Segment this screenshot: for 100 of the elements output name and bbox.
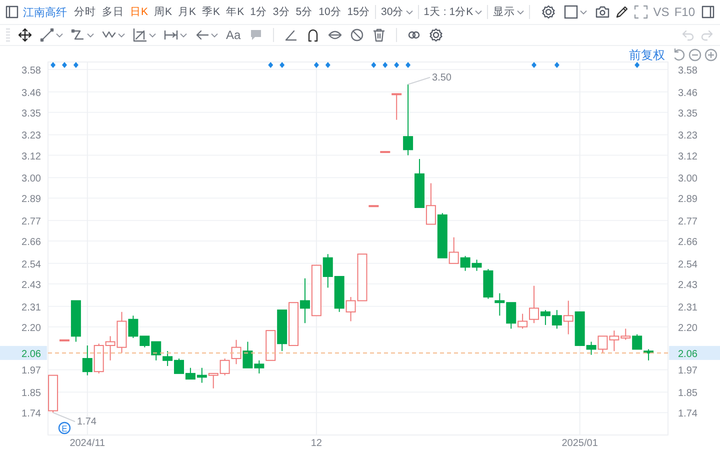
price-axis-label: 2.43: [22, 280, 41, 291]
event-badge[interactable]: E: [58, 422, 71, 434]
event-marker[interactable]: [371, 62, 376, 68]
zoom-in-icon[interactable]: [704, 48, 718, 62]
event-marker[interactable]: [394, 62, 400, 68]
price-axis-label: 1.85: [22, 388, 41, 400]
line-segment-icon[interactable]: [40, 28, 54, 42]
caret-icon: [180, 32, 187, 38]
current-price-tag: 2.06: [669, 346, 720, 360]
adjustment-link[interactable]: 前复权: [629, 47, 665, 64]
price-axis-label: 3.46: [678, 88, 698, 99]
fullscreen-icon[interactable]: [634, 5, 648, 19]
price-axis-label: 2.20: [22, 322, 41, 334]
event-marker[interactable]: [268, 62, 274, 68]
polyline-icon[interactable]: [71, 28, 85, 42]
high-price-label: 3.50: [432, 72, 452, 84]
period-tab[interactable]: 15分: [344, 5, 373, 19]
period-dropdown[interactable]: 30分: [378, 5, 416, 19]
period-tab[interactable]: 10分: [316, 5, 344, 19]
price-axis-label: 2.89: [678, 194, 698, 206]
period-dropdown[interactable]: 显示: [490, 5, 528, 19]
price-axis-label: 2.77: [678, 216, 698, 228]
stock-name-link[interactable]: 江南高纤: [20, 4, 71, 20]
event-marker[interactable]: [280, 62, 285, 68]
event-marker[interactable]: [62, 62, 67, 68]
price-axis-label: 1.97: [22, 366, 41, 377]
leader-line: [52, 412, 76, 422]
settings-icon[interactable]: [428, 28, 443, 42]
event-marker[interactable]: [50, 62, 56, 68]
reset-icon[interactable]: [672, 48, 686, 62]
price-axis-label: 1.97: [678, 366, 698, 377]
caret-icon: [87, 32, 94, 38]
candlestick: [632, 334, 642, 350]
caret-icon: [517, 10, 524, 14]
settings-icon[interactable]: [541, 5, 556, 19]
price-axis-label: 3.12: [22, 151, 41, 162]
caret-icon: [149, 32, 156, 38]
pencil-icon[interactable]: [615, 5, 630, 19]
ruler-box-icon[interactable]: [133, 28, 147, 42]
period-tab[interactable]: 季K: [199, 5, 224, 19]
candlestick: [277, 310, 288, 352]
comment-icon[interactable]: [248, 28, 263, 42]
event-marker[interactable]: [554, 62, 560, 68]
price-axis-label: 1.74: [678, 408, 698, 420]
price-axis-label: 3.35: [22, 108, 41, 120]
camera-icon[interactable]: [595, 5, 610, 19]
date-axis-label: 12: [310, 438, 322, 449]
candlestick: [368, 205, 379, 208]
price-axis-label: 2.43: [678, 280, 698, 291]
price-axis-label: 2.20: [678, 322, 698, 334]
period-tab[interactable]: 3分: [270, 5, 293, 19]
eye-icon[interactable]: [328, 28, 342, 42]
price-axis-label: 1.85: [678, 388, 698, 400]
caret-icon: [580, 10, 588, 14]
event-marker[interactable]: [406, 62, 411, 68]
period-dropdown[interactable]: 1天 : 1分K: [420, 5, 486, 19]
event-marker[interactable]: [314, 62, 319, 68]
period-tab[interactable]: 1分: [247, 5, 270, 19]
move-icon[interactable]: [18, 28, 32, 42]
text-tool-button[interactable]: Aa: [226, 28, 241, 42]
price-axis-label: 2.66: [678, 237, 698, 248]
period-tab[interactable]: 分时: [71, 5, 99, 19]
caret-icon: [475, 10, 482, 14]
price-axis-label: 3.23: [22, 130, 41, 142]
period-tab[interactable]: 多日: [99, 5, 127, 19]
candlestick: [48, 374, 58, 414]
price-axis-label: 2.54: [22, 259, 41, 270]
event-marker[interactable]: [325, 62, 330, 68]
event-marker[interactable]: [532, 62, 537, 68]
price-axis-label: 3.00: [22, 174, 41, 185]
period-tab[interactable]: 月K: [175, 5, 200, 19]
zoom-out-icon[interactable]: [688, 48, 702, 62]
date-axis-label: 2025/01: [562, 438, 598, 449]
price-axis-label: 3.23: [678, 130, 698, 142]
price-axis-label: 3.35: [678, 108, 698, 120]
price-axis-label: 2.31: [22, 302, 41, 314]
panel-icon[interactable]: [700, 5, 716, 19]
price-axis-label: 2.77: [22, 216, 41, 228]
period-tab[interactable]: 周K: [151, 5, 176, 19]
event-marker[interactable]: [634, 62, 640, 68]
caret-icon: [406, 10, 413, 14]
magnet-icon[interactable]: [306, 28, 320, 42]
arrow-left-icon[interactable]: [195, 28, 209, 42]
leader-line: [408, 76, 431, 85]
trash-icon[interactable]: [372, 28, 386, 42]
event-marker[interactable]: [382, 62, 388, 68]
date-axis-label: 2024/11: [70, 438, 106, 449]
caret-icon: [118, 32, 125, 38]
price-axis-label: 3.58: [678, 65, 698, 76]
event-marker[interactable]: [73, 62, 78, 68]
period-tab[interactable]: 5分: [292, 5, 316, 19]
price-axis-label: 3.58: [22, 65, 41, 76]
period-tab[interactable]: 年K: [223, 5, 248, 19]
ban-icon[interactable]: [350, 28, 364, 42]
price-axis-label: 2.66: [22, 237, 41, 248]
low-price-label: 1.74: [77, 416, 96, 428]
angle-icon[interactable]: [284, 28, 298, 42]
range-icon[interactable]: [164, 28, 178, 42]
panel-icon[interactable]: [4, 5, 20, 19]
drag-handle-icon[interactable]: [6, 28, 10, 42]
